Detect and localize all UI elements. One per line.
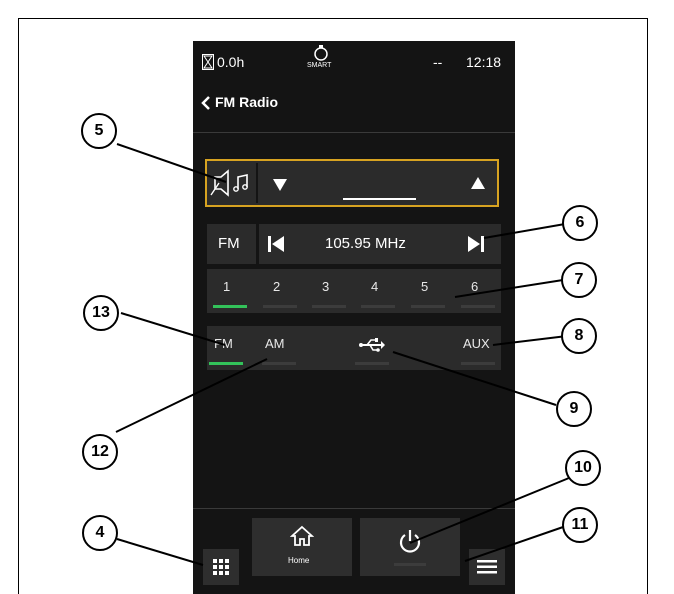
callout-7: 7 xyxy=(561,262,597,298)
callout-8: 8 xyxy=(561,318,597,354)
callout-6: 6 xyxy=(562,205,598,241)
callout-12: 12 xyxy=(82,434,118,470)
callout-9: 9 xyxy=(556,391,592,427)
callout-11: 11 xyxy=(562,507,598,543)
callout-10: 10 xyxy=(565,450,601,486)
callout-5: 5 xyxy=(81,113,117,149)
callout-4: 4 xyxy=(82,515,118,551)
callout-13: 13 xyxy=(83,295,119,331)
